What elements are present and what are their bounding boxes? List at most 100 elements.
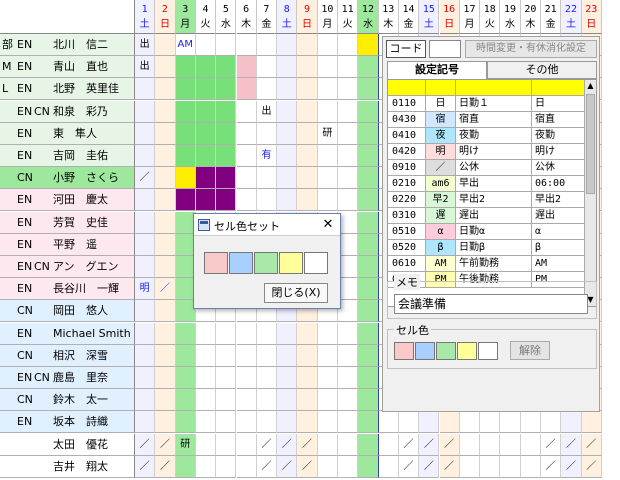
shift-cell[interactable] xyxy=(155,256,176,278)
shift-cell[interactable]: ／ xyxy=(581,455,602,478)
code-row[interactable]: 0610 AM 午前勤務 AM xyxy=(388,256,584,272)
shift-cell[interactable] xyxy=(175,344,196,367)
shift-cell[interactable] xyxy=(338,256,359,278)
shift-cell[interactable] xyxy=(236,100,257,123)
shift-cell[interactable]: 有 xyxy=(256,145,278,167)
shift-cell[interactable] xyxy=(155,100,176,123)
shift-cell[interactable] xyxy=(216,78,237,101)
shift-cell[interactable] xyxy=(358,167,379,190)
shift-cell[interactable] xyxy=(277,167,298,190)
shift-cell[interactable] xyxy=(317,34,338,56)
shift-cell[interactable] xyxy=(500,455,521,478)
shift-cell[interactable] xyxy=(277,145,298,167)
shift-cell[interactable] xyxy=(358,56,379,79)
shift-cell[interactable] xyxy=(358,389,379,412)
shift-cell[interactable] xyxy=(256,389,278,412)
shift-cell[interactable] xyxy=(135,211,156,234)
shift-cell[interactable] xyxy=(358,344,379,367)
shift-cell[interactable] xyxy=(256,122,278,145)
code-row[interactable]: 0410 夜夜勤 夜勤 xyxy=(388,128,584,144)
shift-cell[interactable] xyxy=(358,145,379,167)
shift-cell[interactable] xyxy=(277,389,298,412)
shift-cell[interactable] xyxy=(256,189,278,212)
code-row[interactable]: 0110 日日勤１ 日 xyxy=(388,96,584,112)
shift-cell[interactable] xyxy=(135,100,156,123)
shift-cell[interactable] xyxy=(277,122,298,145)
shift-cell[interactable] xyxy=(236,122,257,145)
day-header-15[interactable]: 15 土 xyxy=(419,0,440,34)
shift-cell[interactable] xyxy=(175,56,196,79)
shift-cell[interactable]: ／ xyxy=(561,433,582,456)
shift-cell[interactable] xyxy=(338,389,359,412)
shift-cell[interactable] xyxy=(317,389,338,412)
shift-cell[interactable] xyxy=(297,344,318,367)
shift-cell[interactable] xyxy=(297,34,318,56)
staff-row-label[interactable]: EN 芳賀 史佳 xyxy=(0,211,135,234)
dialog-color-swatch[interactable] xyxy=(229,252,253,274)
shift-cell[interactable] xyxy=(338,278,359,301)
shift-cell[interactable] xyxy=(358,34,379,56)
shift-cell[interactable] xyxy=(358,300,379,323)
shift-cell[interactable] xyxy=(459,411,481,434)
shift-cell[interactable] xyxy=(236,389,257,412)
staff-row-label[interactable]: 部 EN 北川 信二 xyxy=(0,34,135,56)
shift-cell[interactable] xyxy=(358,367,379,389)
shift-cell[interactable] xyxy=(480,455,501,478)
shift-cell[interactable]: ／ xyxy=(419,433,440,456)
shift-cell[interactable] xyxy=(338,322,359,345)
day-header-5[interactable]: 5水 xyxy=(216,0,237,34)
shift-cell[interactable] xyxy=(175,322,196,345)
staff-row-label[interactable]: EN 坂本 詩織 xyxy=(0,411,135,434)
staff-row-label[interactable]: CN 相沢 深雪 xyxy=(0,344,135,367)
shift-cell[interactable] xyxy=(459,433,481,456)
shift-cell[interactable] xyxy=(256,34,278,56)
shift-cell[interactable] xyxy=(135,367,156,389)
shift-cell[interactable] xyxy=(317,100,338,123)
shift-cell[interactable] xyxy=(358,433,379,456)
day-header-13[interactable]: 13 木 xyxy=(378,0,399,34)
shift-cell[interactable] xyxy=(338,78,359,101)
shift-cell[interactable] xyxy=(581,411,602,434)
shift-cell[interactable] xyxy=(236,56,257,79)
staff-row-label[interactable]: L EN 北野 英里佳 xyxy=(0,78,135,101)
shift-cell[interactable] xyxy=(520,411,541,434)
shift-cell[interactable] xyxy=(236,34,257,56)
shift-cell[interactable] xyxy=(358,100,379,123)
day-header-18[interactable]: 18 火 xyxy=(480,0,501,34)
shift-cell[interactable] xyxy=(338,411,359,434)
staff-row-label[interactable]: EN 平野 遥 xyxy=(0,233,135,256)
day-header-8[interactable]: 8土 xyxy=(277,0,298,34)
shift-cell[interactable] xyxy=(175,100,196,123)
shift-cell[interactable] xyxy=(520,455,541,478)
code-table-scrollbar[interactable]: ▲ ▼ xyxy=(584,80,596,306)
shift-cell[interactable] xyxy=(236,167,257,190)
shift-cell[interactable] xyxy=(358,233,379,256)
scroll-up-icon[interactable]: ▲ xyxy=(585,80,596,92)
code-row[interactable]: 0520 β 日勤β β xyxy=(388,240,584,256)
shift-cell[interactable] xyxy=(135,300,156,323)
shift-cell[interactable] xyxy=(195,322,217,345)
shift-cell[interactable] xyxy=(256,322,278,345)
code-row[interactable]: 0420 明明け 明け xyxy=(388,144,584,160)
cell-color-swatch[interactable] xyxy=(478,342,498,360)
shift-cell[interactable] xyxy=(358,78,379,101)
shift-cell[interactable] xyxy=(256,344,278,367)
staff-row-label[interactable]: EN 吉岡 圭佑 xyxy=(0,145,135,167)
shift-cell[interactable] xyxy=(338,433,359,456)
shift-cell[interactable] xyxy=(317,56,338,79)
staff-row-label[interactable]: EN Michael Smith xyxy=(0,322,135,345)
staff-row-label[interactable]: EN CN アン グエン xyxy=(0,256,135,278)
shift-cell[interactable] xyxy=(358,256,379,278)
shift-cell[interactable] xyxy=(195,411,217,434)
shift-cell[interactable] xyxy=(297,56,318,79)
shift-cell[interactable]: ／ xyxy=(297,455,318,478)
shift-cell[interactable] xyxy=(236,189,257,212)
shift-cell[interactable] xyxy=(236,78,257,101)
shift-cell[interactable] xyxy=(216,322,237,345)
shift-cell[interactable]: ／ xyxy=(135,455,156,478)
staff-row-label[interactable]: 太田 優花 xyxy=(0,433,135,456)
cell-color-swatch[interactable] xyxy=(394,342,414,360)
memo-input[interactable]: 会議準備 xyxy=(394,294,588,314)
day-header-2[interactable]: 2日 xyxy=(155,0,176,34)
dialog-color-swatch[interactable] xyxy=(304,252,328,274)
